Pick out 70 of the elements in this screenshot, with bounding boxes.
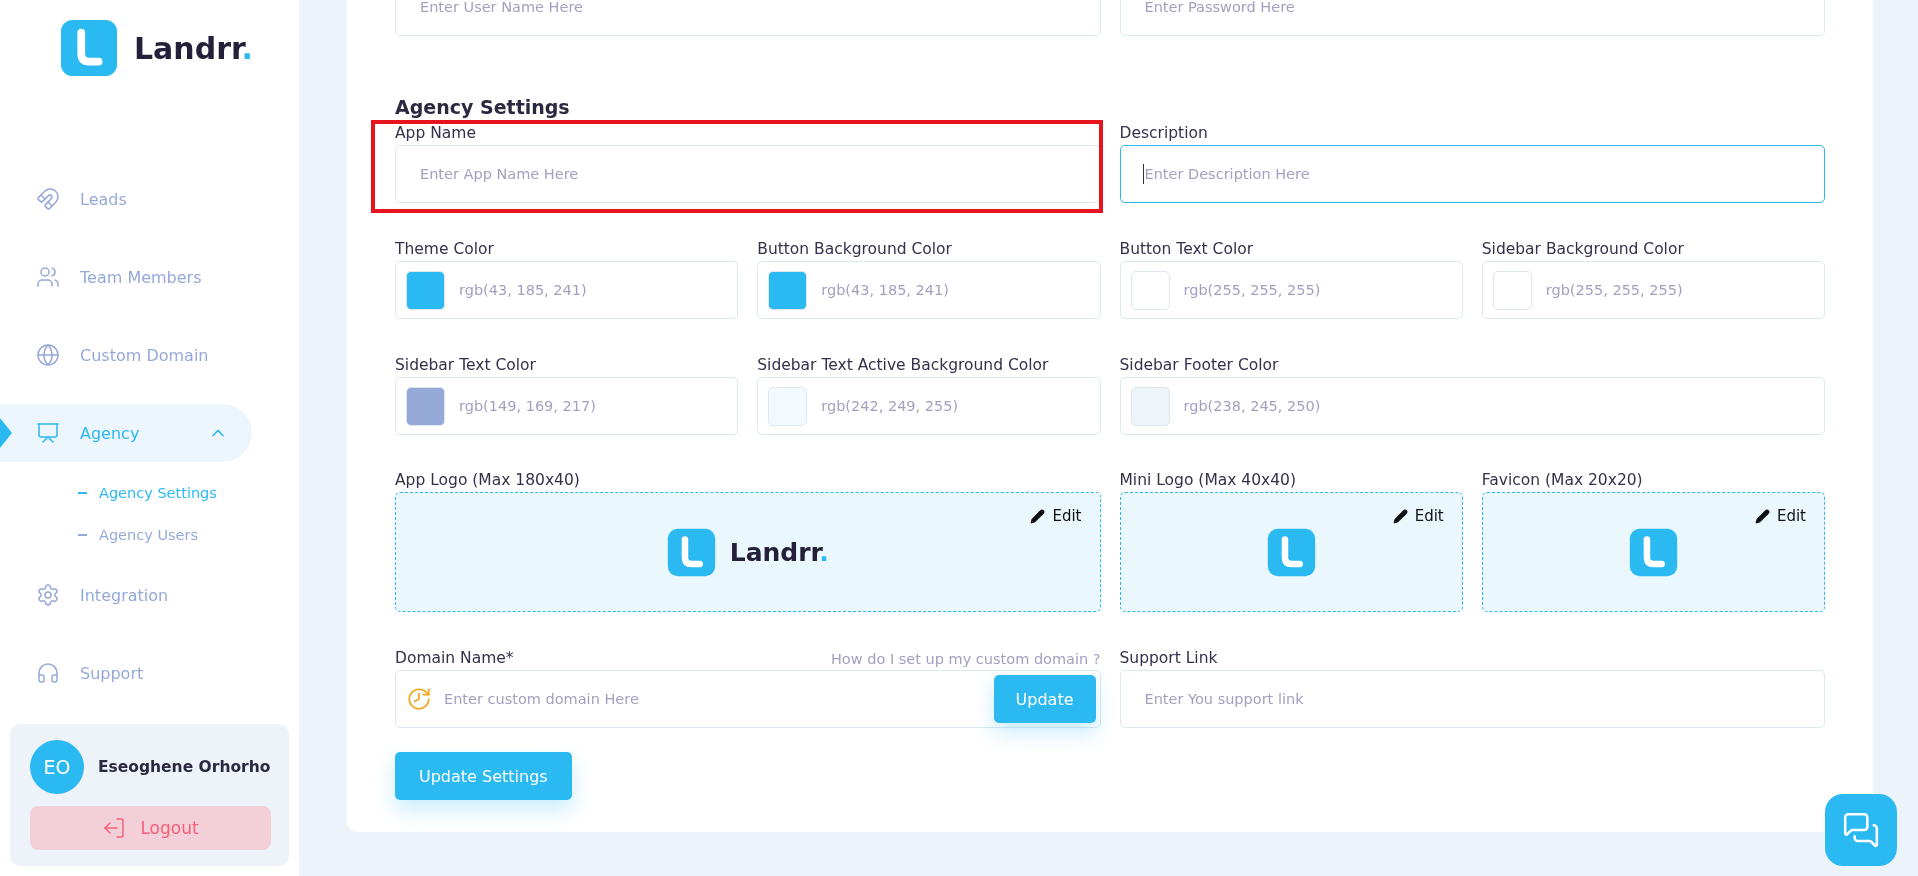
field-label: Sidebar Footer Color — [1119, 355, 1280, 376]
edit-button[interactable]: Edit — [1752, 505, 1808, 527]
nav-icon — [36, 265, 60, 289]
nav-subitem[interactable]: Agency Settings — [0, 472, 299, 514]
edit-button[interactable]: Edit — [1028, 505, 1084, 527]
nav-item[interactable]: Agency — [0, 404, 252, 462]
update-settings-button[interactable]: Update Settings — [395, 752, 572, 800]
color-swatch[interactable] — [1130, 270, 1170, 310]
field-label: Sidebar Text Color — [395, 355, 537, 376]
logo-text: Landrr. — [729, 537, 829, 567]
pencil-icon — [1754, 508, 1770, 524]
upload-area[interactable]: Edit — [1481, 492, 1825, 612]
color-field[interactable]: rgb(255, 255, 255) — [1119, 261, 1463, 319]
nav-subitem[interactable]: Agency Users — [0, 514, 299, 556]
section-title: Agency Settings — [395, 96, 571, 120]
color-swatch[interactable] — [768, 386, 808, 426]
nav-item[interactable]: Custom Domain — [0, 326, 252, 384]
nav-item[interactable]: Leads — [0, 170, 252, 228]
input-field[interactable]: Enter Description Here — [1119, 145, 1825, 203]
upload-area[interactable]: Edit Landrr. — [395, 492, 1101, 612]
field-label: Button Text Color — [1119, 239, 1255, 260]
color-swatch[interactable] — [1492, 270, 1532, 310]
user-name: Eseoghene Orhorho — [98, 758, 271, 776]
nav-icon — [36, 187, 60, 211]
field-label: Sidebar Text Active Background Color — [757, 355, 1050, 376]
nav-icon — [36, 661, 60, 685]
field-label: Description — [1119, 123, 1209, 144]
brand-name: Landrr. — [134, 30, 253, 66]
nav-item[interactable]: Support — [0, 644, 252, 702]
logout-icon — [102, 816, 127, 840]
field-label: Sidebar Background Color — [1481, 239, 1685, 260]
field-label: Domain Name* — [395, 648, 514, 669]
color-swatch[interactable] — [406, 270, 445, 310]
pencil-icon — [1392, 508, 1408, 524]
logout-button[interactable]: Logout — [30, 806, 271, 850]
nav-icon — [36, 421, 60, 445]
logo-icon — [1628, 527, 1678, 577]
chat-button[interactable] — [1825, 794, 1897, 866]
avatar: EO — [30, 740, 84, 794]
logo-icon — [60, 19, 118, 77]
chat-icon — [1842, 811, 1880, 849]
field-label: Mini Logo (Max 40x40) — [1119, 470, 1298, 491]
color-field[interactable]: rgb(255, 255, 255) — [1481, 261, 1825, 319]
clock-icon — [406, 686, 432, 712]
color-swatch[interactable] — [1130, 386, 1170, 426]
edit-button[interactable]: Edit — [1390, 505, 1446, 527]
color-swatch[interactable] — [768, 270, 808, 310]
nav-icon — [36, 583, 60, 607]
field-label: App Name — [395, 123, 477, 144]
color-field[interactable]: rgb(43, 185, 241) — [757, 261, 1101, 319]
field-label: Favicon (Max 20x20) — [1481, 470, 1644, 491]
color-field[interactable]: rgb(149, 169, 217) — [395, 377, 739, 435]
color-swatch[interactable] — [406, 386, 445, 426]
field-label: App Logo (Max 180x40) — [395, 470, 581, 491]
nav-item[interactable]: Team Members — [0, 248, 252, 306]
color-field[interactable]: rgb(242, 249, 255) — [757, 377, 1101, 435]
color-field[interactable]: rgb(43, 185, 241) — [395, 261, 739, 319]
domain-field[interactable]: Enter custom domain Here Update — [395, 670, 1101, 728]
color-field[interactable]: rgb(238, 245, 250) — [1119, 377, 1825, 435]
field-label: Support Link — [1119, 648, 1219, 669]
help-link[interactable]: How do I set up my custom domain ? — [830, 650, 1101, 667]
upload-area[interactable]: Edit — [1119, 492, 1463, 612]
field-label: Theme Color — [395, 239, 495, 260]
nav-item[interactable]: Integration — [0, 566, 252, 624]
logo-icon — [666, 527, 716, 577]
field-label: Button Background Color — [757, 239, 953, 260]
logo-icon — [1266, 527, 1316, 577]
pencil-icon — [1030, 508, 1046, 524]
update-button[interactable]: Update — [993, 675, 1096, 723]
nav-icon — [36, 343, 60, 367]
